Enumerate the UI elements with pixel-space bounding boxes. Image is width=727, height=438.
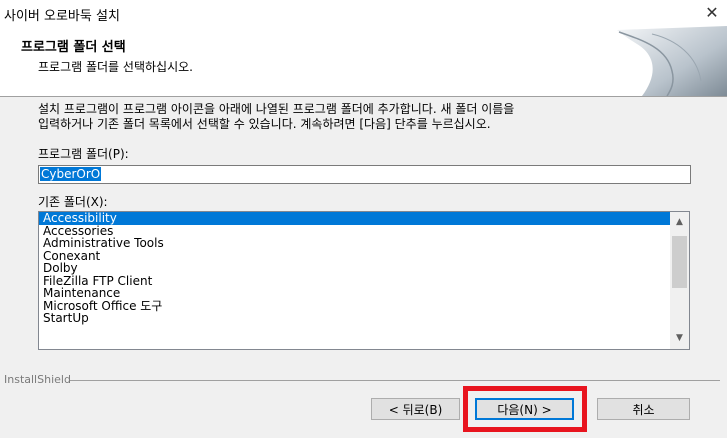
header-graphic-icon xyxy=(617,26,727,96)
list-item[interactable]: FileZilla FTP Client xyxy=(39,274,689,288)
instructions-line-1: 설치 프로그램이 프로그램 아이콘을 아래에 나열된 프로그램 폴더에 추가합니… xyxy=(38,102,515,116)
footer-divider xyxy=(70,380,720,381)
cancel-button[interactable]: 취소 xyxy=(597,398,690,420)
instructions-text: 설치 프로그램이 프로그램 아이콘을 아래에 나열된 프로그램 폴더에 추가합니… xyxy=(38,102,698,132)
program-folder-input[interactable]: CyberOrO xyxy=(38,165,691,184)
scroll-down-icon[interactable]: ▼ xyxy=(670,330,689,347)
scroll-up-icon[interactable]: ▲ xyxy=(670,214,689,231)
installshield-brand: InstallShield xyxy=(4,373,71,386)
next-button-highlight-box xyxy=(463,386,587,432)
list-scrollbar[interactable]: ▲ ▼ xyxy=(670,212,689,349)
title-bar: 사이버 오로바둑 설치 ✕ xyxy=(0,0,727,26)
window-title: 사이버 오로바둑 설치 xyxy=(4,9,120,24)
wizard-header: 프로그램 폴더 선택 프로그램 폴더를 선택하십시오. xyxy=(0,26,727,97)
list-item[interactable]: Conexant xyxy=(39,249,689,263)
list-item[interactable]: Accessibility xyxy=(39,212,670,225)
program-folder-label: 프로그램 폴더(P): xyxy=(38,147,129,161)
page-subtitle: 프로그램 폴더를 선택하십시오. xyxy=(38,60,193,74)
list-item[interactable]: Dolby xyxy=(39,262,689,275)
page-title: 프로그램 폴더 선택 xyxy=(21,40,126,55)
back-button[interactable]: < 뒤로(B) xyxy=(371,398,460,420)
program-folder-value: CyberOrO xyxy=(40,167,102,181)
list-item[interactable]: StartUp xyxy=(39,312,689,325)
list-item[interactable]: Maintenance xyxy=(39,287,689,300)
close-icon[interactable]: ✕ xyxy=(697,0,727,26)
instructions-line-2: 입력하거나 기존 폴더 목록에서 선택할 수 있습니다. 계속하려면 [다음] … xyxy=(38,117,491,131)
existing-folders-list[interactable]: Accessibility Accessories Administrative… xyxy=(38,211,690,350)
scroll-thumb[interactable] xyxy=(672,236,687,288)
existing-folders-label: 기존 폴더(X): xyxy=(38,195,108,209)
list-item[interactable]: Administrative Tools xyxy=(39,237,689,250)
list-item[interactable]: Microsoft Office 도구 xyxy=(39,299,689,313)
